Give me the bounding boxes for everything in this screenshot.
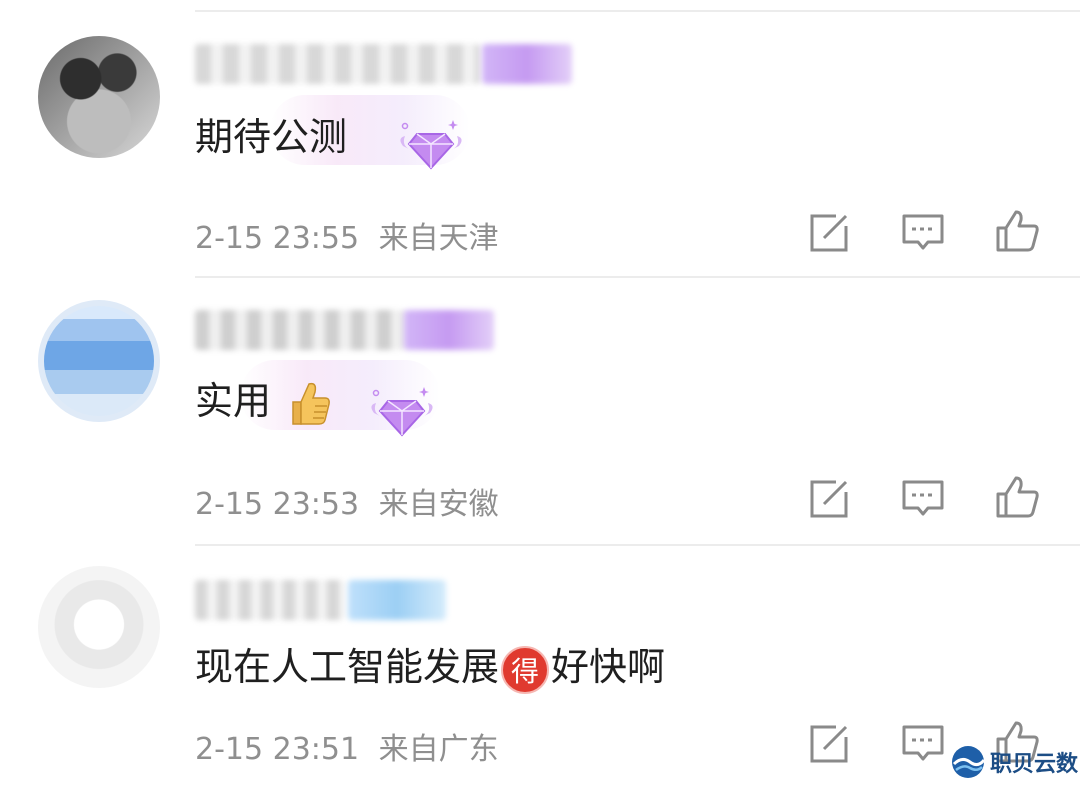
user-badge-blurred xyxy=(348,580,446,620)
user-badge-blurred xyxy=(482,44,572,84)
share-edit-icon[interactable] xyxy=(806,721,852,767)
comment-text-content: 实用 xyxy=(195,379,272,423)
avatar[interactable] xyxy=(38,566,160,688)
user-badge-blurred xyxy=(404,310,494,350)
thumbs-up-icon[interactable] xyxy=(994,208,1040,254)
share-edit-icon[interactable] xyxy=(806,476,852,522)
thumbs-up-emoji-icon xyxy=(292,382,331,425)
avatar[interactable] xyxy=(38,300,160,422)
de-badge-icon: 得 xyxy=(501,645,550,694)
comment-time: 2-15 23:55 xyxy=(195,221,360,256)
watermark: 职贝云数 xyxy=(950,742,1078,782)
comment-location: 来自安徽 xyxy=(378,487,499,522)
gem-badge-icon xyxy=(371,387,433,437)
top-divider xyxy=(195,10,1080,12)
comment-divider xyxy=(195,276,1080,278)
comment-text-before: 现在人工智能发展 xyxy=(195,645,500,689)
username-blurred[interactable] xyxy=(195,44,480,84)
comment-meta: 2-15 23:51 来自广东 xyxy=(195,724,499,768)
comment-divider xyxy=(195,544,1080,546)
comment-meta: 2-15 23:53 来自安徽 xyxy=(195,479,499,523)
comment-text: 现在人工智能发展得好快啊 xyxy=(195,636,665,694)
comment-time: 2-15 23:53 xyxy=(195,487,360,522)
thumbs-up-icon[interactable] xyxy=(994,474,1040,520)
comment-location: 来自天津 xyxy=(378,221,499,256)
comment-location: 来自广东 xyxy=(378,732,499,767)
comment-text-after: 好快啊 xyxy=(551,645,666,689)
watermark-logo-icon xyxy=(952,746,986,778)
watermark-text: 职贝云数 xyxy=(990,752,1079,777)
username-blurred[interactable] xyxy=(195,580,345,620)
comment-text: 实用 xyxy=(195,370,331,428)
share-edit-icon[interactable] xyxy=(806,210,852,256)
avatar[interactable] xyxy=(38,36,160,158)
gem-badge-icon xyxy=(400,120,462,170)
comment-time: 2-15 23:51 xyxy=(195,732,360,767)
comment-bubble-icon[interactable] xyxy=(900,721,946,767)
username-blurred[interactable] xyxy=(195,310,405,350)
comment-meta: 2-15 23:55 来自天津 xyxy=(195,213,499,257)
comment-bubble-icon[interactable] xyxy=(900,476,946,522)
comment-bubble-icon[interactable] xyxy=(900,210,946,256)
comment-text: 期待公测 xyxy=(195,115,348,159)
